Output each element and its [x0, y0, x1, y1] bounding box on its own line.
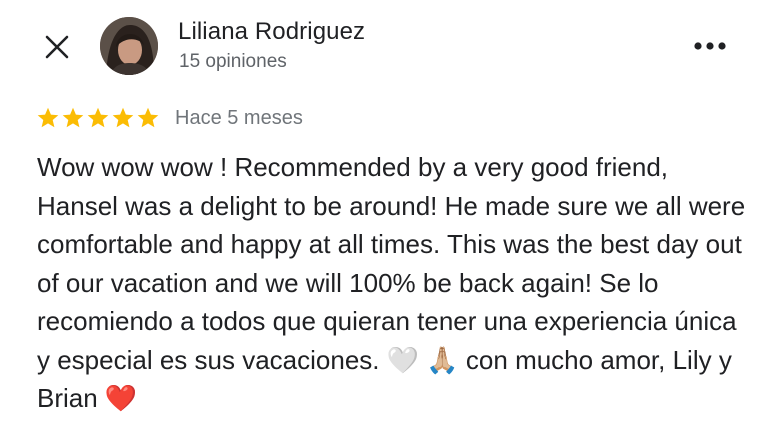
review-text: Wow wow wow ! Recommended by a very good… — [37, 152, 746, 413]
reviewer-name[interactable]: Liliana Rodriguez — [178, 18, 365, 46]
star-icon — [112, 107, 134, 128]
star-icon — [62, 107, 84, 128]
star-icon — [37, 107, 59, 128]
close-button[interactable] — [40, 30, 74, 64]
star-icon — [87, 107, 109, 128]
star-rating — [36, 106, 160, 130]
star-icon — [137, 107, 159, 128]
more-options-button[interactable] — [688, 28, 732, 64]
avatar[interactable] — [100, 17, 158, 75]
review-date: Hace 5 meses — [175, 107, 303, 129]
reviewer-review-count: 15 opiniones — [179, 51, 287, 72]
user-avatar-icon — [100, 17, 158, 75]
more-horizontal-icon — [694, 42, 726, 50]
close-icon — [45, 35, 69, 59]
